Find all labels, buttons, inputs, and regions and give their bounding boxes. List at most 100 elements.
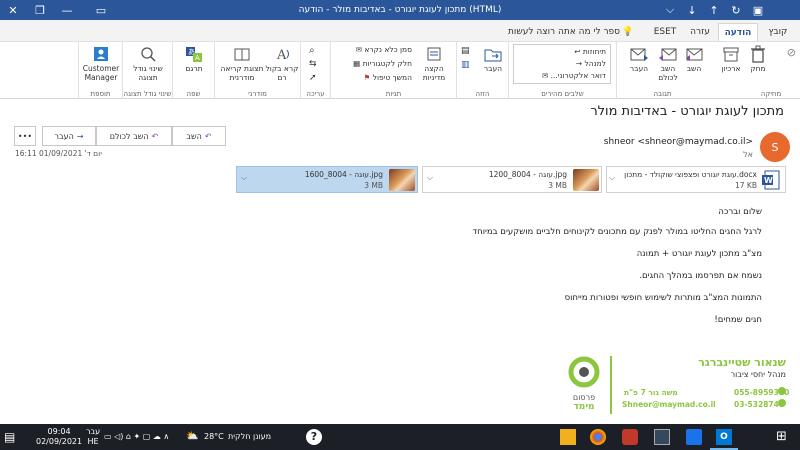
select-icon[interactable]: ➚: [309, 73, 317, 83]
message-subject: מתכון לעוגת יוגורט - באדיבות מולר: [590, 104, 784, 119]
forward-action-button[interactable]: → העבר: [42, 126, 96, 146]
quickstep-item[interactable]: דואר אלקטרוני... ✉: [542, 71, 606, 80]
assign-policy-button[interactable]: הקצה מדיניות: [415, 45, 453, 82]
close-window-button[interactable]: ✕: [0, 0, 26, 20]
tab-file[interactable]: קובץ: [760, 23, 796, 41]
onenote-icon[interactable]: ▥: [461, 60, 470, 70]
attachment-name: עוגה - 8004_1600.jpg: [304, 170, 383, 179]
attachment-size: 3 MB: [364, 181, 383, 190]
save-icon[interactable]: ▣: [748, 0, 768, 20]
quickstep-item[interactable]: למנהל →: [576, 59, 606, 68]
attachment-dropdown-icon[interactable]: ⌵: [427, 173, 433, 183]
minimize-window-button[interactable]: —: [54, 0, 80, 20]
app-icon[interactable]: [622, 429, 638, 445]
group-language-label: שפה: [186, 90, 201, 98]
body-line: מצ"ב מתכון לעוגת יוגורט + תמונה: [636, 249, 762, 259]
tell-me-text: ספר לי מה אתה רוצה לעשות: [508, 27, 621, 37]
body-line: שלום וברכה: [718, 207, 762, 217]
immersive-reader-button[interactable]: תצוגת קריאה מודרנית: [219, 45, 265, 82]
zoom-icon: [141, 47, 156, 62]
delete-button[interactable]: מחק: [748, 45, 768, 73]
policy-icon: [427, 47, 441, 61]
signature-name: שנאור שטיינברגר: [698, 356, 786, 369]
reply-icon: [686, 48, 703, 61]
attachment-docx[interactable]: W עוגת יוגורט ופצפוצי שוקולד - מתכון.doc…: [606, 166, 786, 193]
group-move: העבר ▤ ▥ הזזה: [456, 42, 508, 99]
chrome-icon[interactable]: [590, 429, 606, 445]
group-addin-label: תוספת: [90, 90, 111, 98]
menu-bar: קובץ הודעה עזרה ESET 💡 ספר לי מה אתה רוצ…: [0, 20, 800, 42]
file-explorer-icon[interactable]: [560, 429, 576, 445]
forward-button[interactable]: העבר: [625, 45, 653, 73]
tab-eset[interactable]: ESET: [648, 23, 682, 41]
title-bar: מתכון לעוגת יוגורט - באדיבות מולר - הודע…: [0, 0, 800, 20]
rules-icon[interactable]: ▤: [461, 46, 470, 56]
tray-icons[interactable]: ▭ ◁) ⌂ ✦ ▢ ☁ ∧: [104, 432, 169, 441]
sender-address[interactable]: shneor <shneor@maymad.co.il>: [604, 137, 753, 147]
reply-all-action-button[interactable]: ↶ השב לכולם: [96, 126, 172, 146]
reply-arrow-icon: ↶: [204, 131, 212, 141]
zoom-button[interactable]: שינוי גודל תצוגה: [127, 45, 169, 82]
read-aloud-button[interactable]: A קרא בקול רם: [265, 45, 299, 82]
app-icon[interactable]: [686, 429, 702, 445]
svg-text:A: A: [195, 54, 200, 62]
search-icon[interactable]: ⌕: [309, 45, 315, 56]
categorize-button[interactable]: חלק לקטגוריות ▦: [353, 59, 412, 68]
related-icon[interactable]: ⇆: [309, 59, 317, 69]
forward-icon: [630, 48, 648, 61]
qat-more-icon[interactable]: ⌵: [660, 0, 680, 20]
notifications-icon[interactable]: ▤: [4, 430, 15, 444]
tab-help[interactable]: עזרה: [684, 23, 716, 41]
undo-icon[interactable]: ↻: [726, 0, 746, 20]
weather-text[interactable]: מעונן חלקית: [228, 432, 271, 441]
group-delete-label: מחיקה: [760, 90, 782, 98]
attachment-size: 3 MB: [548, 181, 567, 190]
ribbon-display-options-button[interactable]: ▭: [88, 0, 114, 20]
previous-item-icon[interactable]: ↑: [704, 0, 724, 20]
attachment-dropdown-icon[interactable]: ⌵: [241, 173, 247, 183]
ignore-icon[interactable]: ⊘: [787, 46, 796, 59]
clock-date: 02/09/2021: [36, 437, 83, 446]
phone-icon: [778, 399, 786, 407]
customer-manager-button[interactable]: Customer Manager: [81, 45, 121, 82]
reply-button[interactable]: השב: [681, 45, 707, 73]
tab-message[interactable]: הודעה: [718, 23, 758, 41]
outlook-icon[interactable]: O: [716, 429, 732, 445]
sender-avatar[interactable]: S: [760, 132, 790, 162]
clock[interactable]: 09:04 02/09/2021: [36, 427, 82, 447]
language-indicator[interactable]: עבר HE: [86, 427, 100, 447]
reply-all-arrow-icon: ↶: [151, 131, 159, 141]
quicksteps-gallery[interactable]: תיחוזות ↩ למנהל → דואר אלקטרוני... ✉: [513, 44, 611, 84]
more-actions-button[interactable]: •••: [14, 126, 36, 146]
tell-me-box[interactable]: 💡 ספר לי מה אתה רוצה לעשות: [508, 23, 638, 41]
restore-window-button[interactable]: ❐: [27, 0, 53, 20]
body-line: חגים שמחים!: [714, 315, 762, 325]
group-zoom: שינוי גודל תצוגה שינוי גודל תצוגה: [122, 42, 172, 99]
reply-all-button[interactable]: השב לכולם: [653, 45, 683, 82]
read-aloud-icon: A: [276, 48, 289, 63]
company-logo: פרסום מימד: [564, 356, 604, 416]
mark-unread-button[interactable]: סמן כלא נקרא ✉: [356, 45, 412, 54]
attachment-name: עוגת יוגורט ופצפוצי שוקולד - מתכון.docx: [624, 170, 757, 179]
app-window-icon[interactable]: [654, 429, 670, 445]
next-item-icon[interactable]: ↓: [682, 0, 702, 20]
move-button[interactable]: העבר: [479, 45, 507, 73]
window-title: מתכון לעוגת יוגורט - באדיבות מולר - הודע…: [298, 5, 502, 15]
group-quicksteps: תיחוזות ↩ למנהל → דואר אלקטרוני... ✉ שלב…: [508, 42, 616, 99]
attachment-image[interactable]: עוגה - 8004_1200.jpg 3 MB ⌵: [422, 166, 602, 193]
start-icon[interactable]: ⊞: [776, 429, 792, 445]
translate-icon: あA: [186, 47, 202, 62]
attachment-dropdown-icon[interactable]: ⌵: [609, 173, 615, 183]
help-icon[interactable]: ?: [306, 429, 322, 445]
image-thumbnail: [389, 169, 415, 191]
quickstep-item[interactable]: תיחוזות ↩: [574, 47, 606, 56]
translate-button[interactable]: あA תרגם: [177, 45, 211, 73]
signature-email[interactable]: Shneor@maymad.co.il: [622, 400, 716, 409]
archive-button[interactable]: ארכיון: [714, 45, 748, 73]
attachment-image-selected[interactable]: עוגה - 8004_1600.jpg 3 MB ⌵: [236, 166, 418, 193]
body-line: התמונות המצ"ב מותרות לשימוש חופשי ופטורו…: [564, 293, 762, 303]
reply-action-button[interactable]: ↶ השב: [172, 126, 226, 146]
group-addin: Customer Manager תוספת: [78, 42, 122, 99]
followup-button[interactable]: המשך טיפול ⚑: [364, 73, 412, 82]
weather-temp[interactable]: 28°C: [204, 432, 224, 441]
